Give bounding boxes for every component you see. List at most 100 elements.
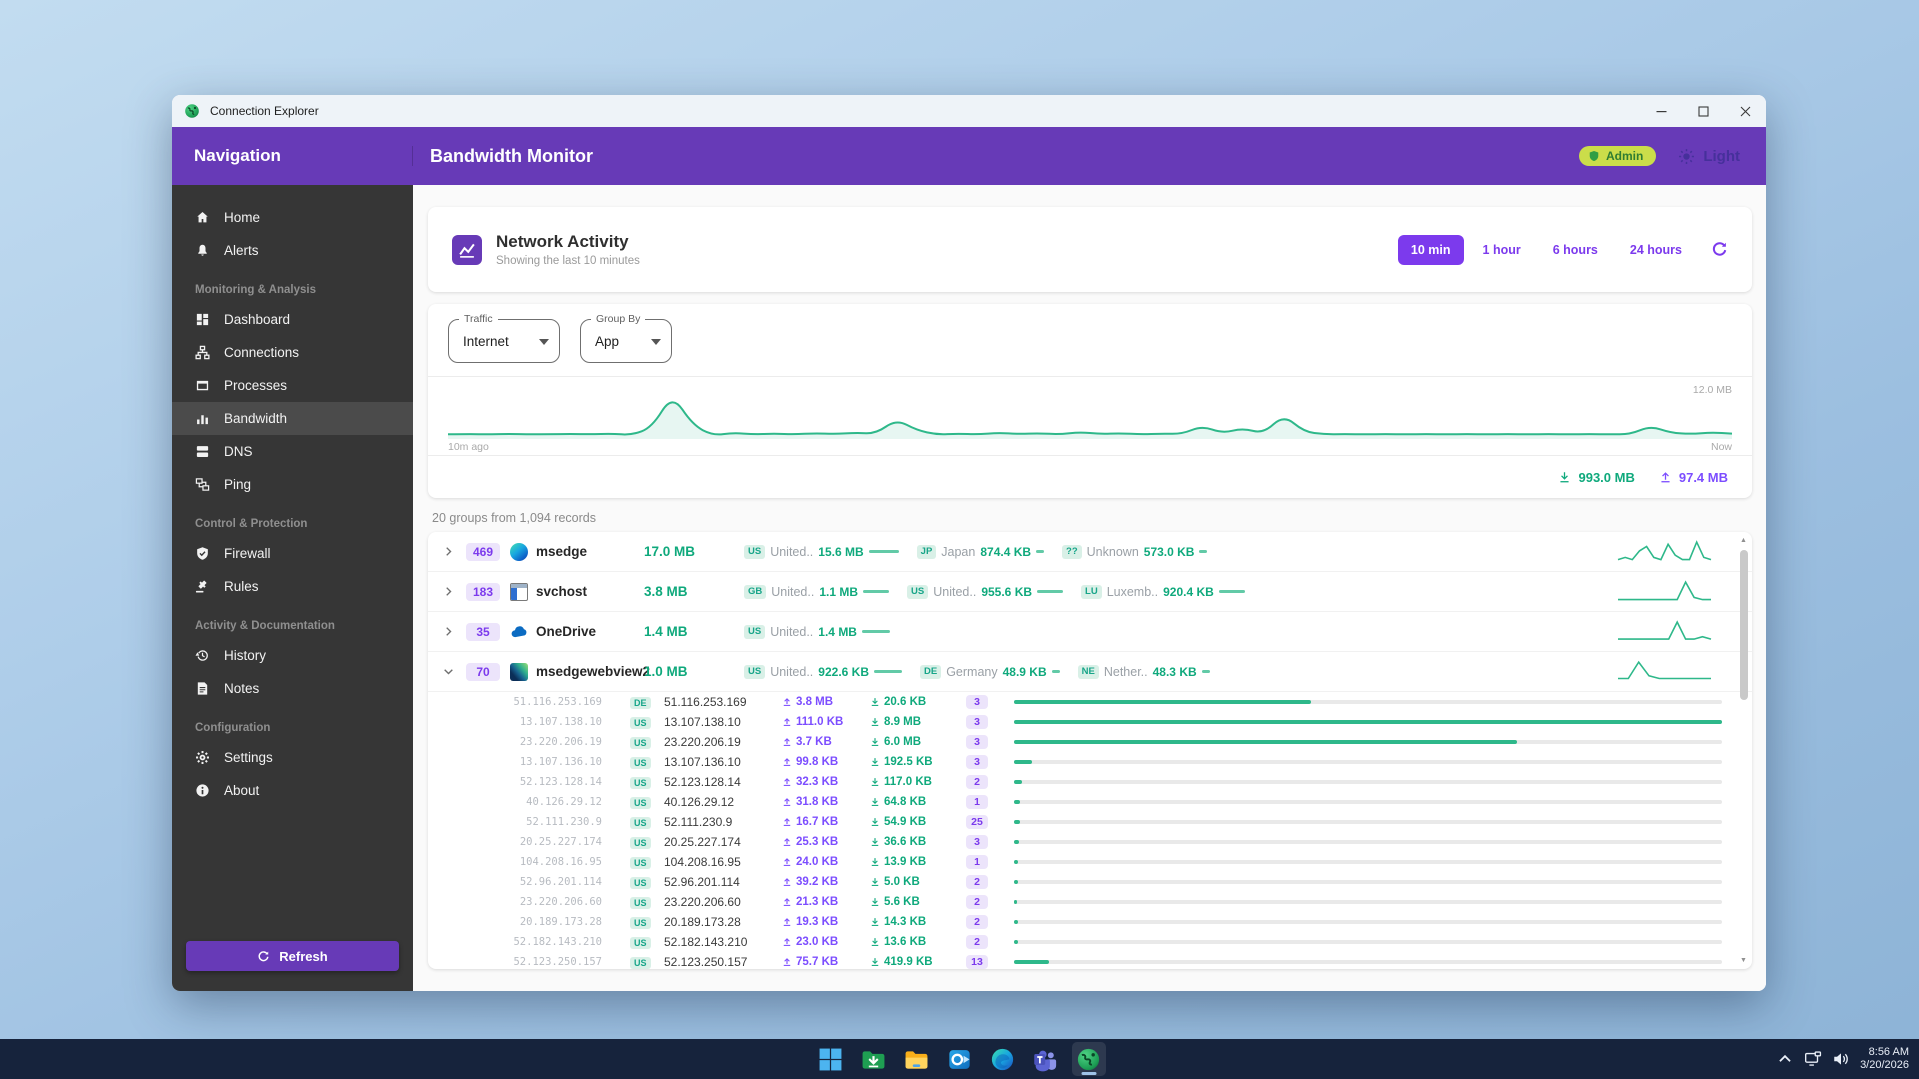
traffic-totals: 993.0 MB 97.4 MB (428, 456, 1752, 498)
range-button-24-hours[interactable]: 24 hours (1617, 235, 1695, 265)
app-total-traffic: 17.0 MB (644, 544, 744, 559)
country-code-badge: US (744, 545, 765, 559)
minimize-button[interactable] (1640, 95, 1682, 127)
taskbar-icon-connection-explorer[interactable] (1072, 1042, 1106, 1076)
maximize-button[interactable] (1682, 95, 1724, 127)
range-button-6-hours[interactable]: 6 hours (1540, 235, 1611, 265)
group-by-select[interactable]: Group By App (580, 319, 672, 363)
sidebar-item-history[interactable]: History (172, 639, 413, 672)
sidebar-item-ping[interactable]: Ping (172, 468, 413, 501)
remote-ip: 51.116.253.169 (664, 695, 782, 709)
connection-count-badge: 25 (966, 815, 988, 829)
chart-refresh-button[interactable] (1711, 241, 1728, 258)
sidebar-item-about[interactable]: About (172, 774, 413, 807)
traffic-progress-bar (1014, 780, 1722, 784)
group-row-onedrive[interactable]: 35 OneDrive 1.4 MB US United.. 1.4 MB (428, 612, 1752, 652)
remote-ip-mono: 52.182.143.210 (490, 936, 602, 948)
range-button-1-hour[interactable]: 1 hour (1470, 235, 1534, 265)
taskbar-clock[interactable]: 8:56 AM 3/20/2026 (1860, 1046, 1909, 1073)
chevron-right-icon[interactable] (442, 585, 466, 598)
sidebar-item-bandwidth[interactable]: Bandwidth (172, 402, 413, 435)
country-code-badge: US (630, 855, 654, 869)
sidebar-item-dns[interactable]: DNS (172, 435, 413, 468)
sidebar-item-settings[interactable]: Settings (172, 741, 413, 774)
close-button[interactable] (1724, 95, 1766, 127)
sidebar-item-alerts[interactable]: Alerts (172, 234, 413, 267)
remote-ip-mono: 23.220.206.19 (490, 736, 602, 748)
download-icon (870, 857, 880, 867)
volume-icon[interactable] (1832, 1050, 1850, 1068)
sidebar-item-dashboard[interactable]: Dashboard (172, 303, 413, 336)
records-summary: 20 groups from 1,094 records (432, 511, 1752, 525)
network-display-icon[interactable] (1804, 1050, 1822, 1068)
traffic-progress-bar (1014, 920, 1722, 924)
download-icon (870, 937, 880, 947)
taskbar-icon-outlook[interactable] (943, 1042, 977, 1076)
app-total-traffic: 1.4 MB (644, 624, 744, 639)
country-traffic-bar (863, 590, 889, 593)
onedrive-cloud-icon (510, 623, 528, 641)
tray-chevron-up-icon[interactable] (1776, 1050, 1794, 1068)
taskbar-icon-start[interactable] (814, 1042, 848, 1076)
scrollbar-thumb[interactable] (1740, 550, 1748, 700)
chevron-down-icon[interactable] (442, 665, 466, 678)
detail-row: 13.107.136.10 US 13.107.136.10 99.8 KB 1… (428, 752, 1752, 772)
vertical-scrollbar[interactable]: ▲ ▼ (1737, 534, 1750, 967)
sidebar-section-activity-documentation: Activity & Documentation (172, 603, 413, 639)
country-chip: ?? Unknown 573.0 KB (1062, 545, 1207, 559)
sun-icon (1678, 148, 1695, 165)
group-row-msedgewebview2[interactable]: 70 msedgewebview2 1.0 MB US United.. 922… (428, 652, 1752, 692)
remote-ip: 23.220.206.60 (664, 895, 782, 909)
gear-icon (195, 750, 210, 765)
download-icon (870, 737, 880, 747)
upload-icon (782, 757, 792, 767)
taskbar-date: 3/20/2026 (1860, 1059, 1909, 1073)
chart-end-label: Now (1711, 441, 1732, 453)
sidebar-item-rules[interactable]: Rules (172, 570, 413, 603)
chevron-right-icon[interactable] (442, 545, 466, 558)
country-traffic-bar (1202, 670, 1210, 673)
country-chip: US United.. 922.6 KB (744, 665, 902, 679)
country-code-badge: US (630, 755, 654, 769)
country-code-badge: US (630, 915, 654, 929)
group-row-svchost[interactable]: 183 svchost 3.8 MB GB United.. 1.1 MB US… (428, 572, 1752, 612)
sidebar-nav: HomeAlertsMonitoring & AnalysisDashboard… (172, 201, 413, 807)
traffic-progress-bar (1014, 960, 1722, 964)
taskbar-icon-downloads-folder[interactable] (857, 1042, 891, 1076)
expander (442, 545, 455, 558)
remote-ip-mono: 23.220.206.60 (490, 896, 602, 908)
traffic-select[interactable]: Traffic Internet (448, 319, 560, 363)
country-traffic-value: 922.6 KB (818, 665, 869, 679)
country-code-badge: US (630, 835, 654, 849)
chevron-down-icon (651, 339, 661, 345)
theme-toggle[interactable]: Light (1678, 148, 1740, 165)
sidebar-item-processes[interactable]: Processes (172, 369, 413, 402)
scroll-up-arrow[interactable]: ▲ (1737, 534, 1750, 547)
remote-ip: 23.220.206.19 (664, 735, 782, 749)
refresh-icon (257, 950, 270, 963)
taskbar-icon-teams[interactable] (1029, 1042, 1063, 1076)
sidebar-item-notes[interactable]: Notes (172, 672, 413, 705)
sidebar-item-home[interactable]: Home (172, 201, 413, 234)
dns-icon (195, 444, 210, 459)
sidebar-refresh-button[interactable]: Refresh (186, 941, 399, 971)
upload-total-value: 97.4 MB (1679, 470, 1728, 485)
scroll-down-arrow[interactable]: ▼ (1737, 954, 1750, 967)
country-traffic-bar (1052, 670, 1060, 673)
taskbar-icon-edge[interactable] (986, 1042, 1020, 1076)
download-icon (870, 837, 880, 847)
group-row-msedge[interactable]: 469 msedge 17.0 MB US United.. 15.6 MB J… (428, 532, 1752, 572)
chevron-right-icon[interactable] (442, 625, 466, 638)
upload-icon (782, 817, 792, 827)
country-chip-list: US United.. 922.6 KB DE Germany 48.9 KB … (744, 665, 1605, 679)
range-button-10-min[interactable]: 10 min (1398, 235, 1464, 265)
sidebar-item-connections[interactable]: Connections (172, 336, 413, 369)
country-code-badge: US (630, 715, 654, 729)
upload-icon (782, 857, 792, 867)
taskbar-icon-file-explorer[interactable] (900, 1042, 934, 1076)
country-code-badge: DE (920, 665, 941, 679)
download-value: 192.5 KB (870, 756, 966, 768)
remote-ip-mono: 51.116.253.169 (490, 696, 602, 708)
sidebar-item-firewall[interactable]: Firewall (172, 537, 413, 570)
svchost-app-icon (510, 583, 528, 601)
